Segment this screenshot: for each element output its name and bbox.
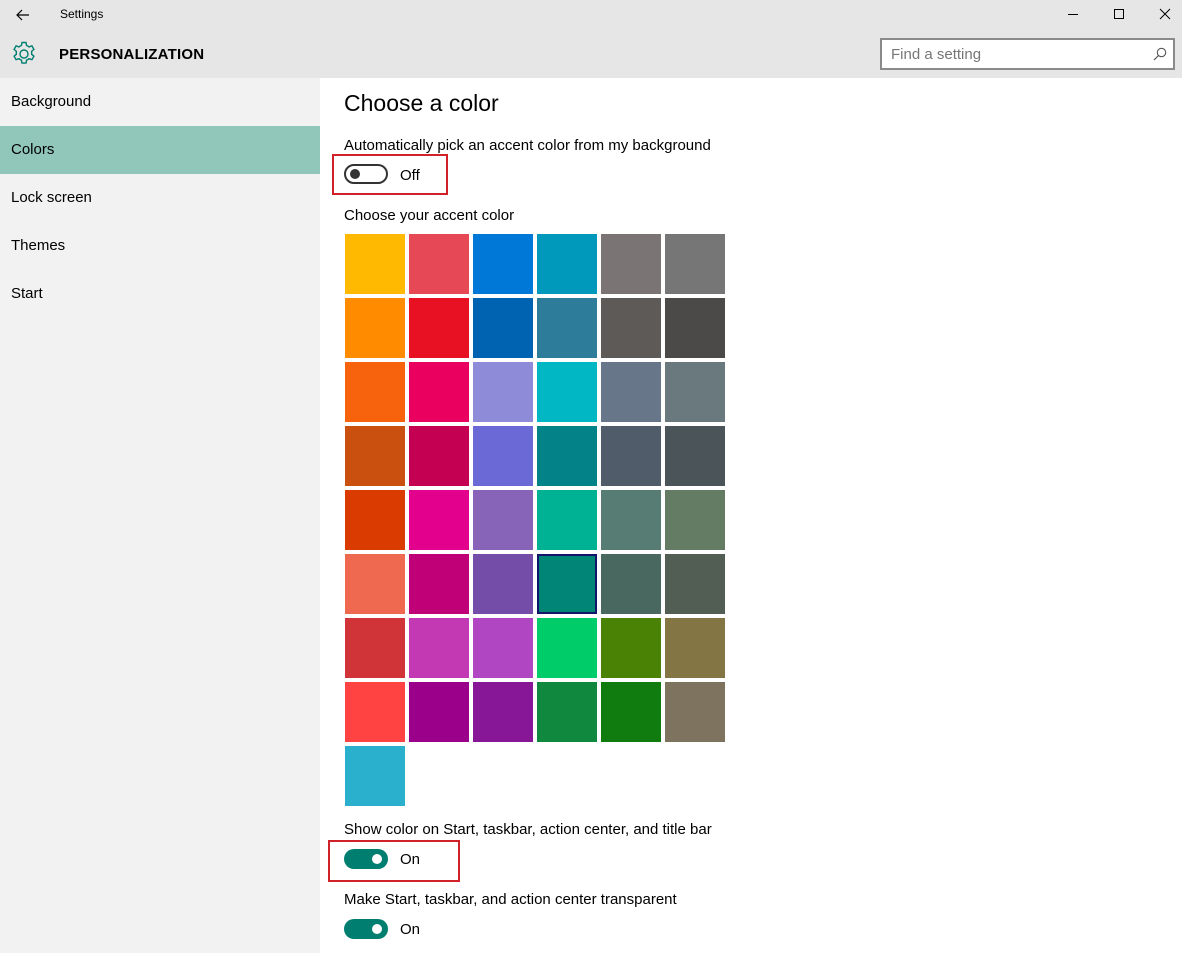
accent-color-swatch[interactable] bbox=[473, 618, 533, 678]
transparent-state: On bbox=[400, 921, 421, 938]
accent-color-swatch[interactable] bbox=[409, 490, 469, 550]
show-color-state: On bbox=[400, 851, 421, 868]
title-bar: Settings bbox=[0, 0, 1182, 30]
accent-color-swatch[interactable] bbox=[537, 618, 597, 678]
accent-color-swatch[interactable] bbox=[601, 490, 661, 550]
sidebar-item-lock-screen[interactable]: Lock screen bbox=[0, 174, 320, 222]
accent-color-swatch[interactable] bbox=[345, 490, 405, 550]
main-content: Choose a color Automatically pick an acc… bbox=[320, 78, 1182, 953]
back-arrow-icon bbox=[16, 9, 29, 21]
toggle-knob bbox=[372, 854, 382, 864]
show-color-label: Show color on Start, taskbar, action cen… bbox=[344, 821, 712, 838]
sidebar: Background Colors Lock screen Themes Sta… bbox=[0, 78, 320, 953]
accent-color-swatch[interactable] bbox=[409, 426, 469, 486]
accent-color-swatch[interactable] bbox=[345, 426, 405, 486]
accent-color-swatch[interactable] bbox=[409, 234, 469, 294]
accent-color-swatch[interactable] bbox=[537, 298, 597, 358]
sidebar-item-colors[interactable]: Colors bbox=[0, 126, 320, 174]
accent-color-swatch[interactable] bbox=[409, 298, 469, 358]
accent-color-swatch[interactable] bbox=[345, 362, 405, 422]
accent-color-swatch[interactable] bbox=[409, 682, 469, 742]
accent-color-swatch[interactable] bbox=[537, 362, 597, 422]
auto-accent-state: Off bbox=[400, 167, 420, 184]
accent-color-swatch[interactable] bbox=[345, 746, 405, 806]
sidebar-item-start[interactable]: Start bbox=[0, 270, 320, 318]
accent-color-swatch[interactable] bbox=[601, 682, 661, 742]
sidebar-item-background[interactable]: Background bbox=[0, 78, 320, 126]
search-input[interactable] bbox=[882, 40, 1132, 68]
search-icon[interactable] bbox=[1153, 47, 1167, 61]
accent-color-swatch[interactable] bbox=[665, 362, 725, 422]
close-button[interactable] bbox=[1142, 0, 1182, 28]
accent-color-swatch[interactable] bbox=[473, 682, 533, 742]
transparent-toggle[interactable] bbox=[344, 919, 388, 939]
accent-color-swatch[interactable] bbox=[601, 618, 661, 678]
auto-accent-toggle[interactable] bbox=[344, 164, 388, 184]
section-heading: Choose a color bbox=[344, 90, 499, 116]
accent-color-swatch[interactable] bbox=[537, 554, 597, 614]
accent-color-swatch[interactable] bbox=[665, 234, 725, 294]
auto-accent-label: Automatically pick an accent color from … bbox=[344, 137, 711, 154]
accent-color-swatch[interactable] bbox=[601, 362, 661, 422]
accent-color-swatch[interactable] bbox=[473, 426, 533, 486]
accent-color-swatch[interactable] bbox=[473, 234, 533, 294]
search-box[interactable] bbox=[880, 38, 1175, 70]
accent-color-swatch[interactable] bbox=[409, 362, 469, 422]
accent-color-label: Choose your accent color bbox=[344, 207, 515, 224]
minimize-icon bbox=[1068, 14, 1078, 15]
maximize-icon bbox=[1114, 9, 1124, 19]
accent-color-swatch[interactable] bbox=[665, 426, 725, 486]
page-header: PERSONALIZATION bbox=[0, 30, 1182, 78]
accent-color-swatch[interactable] bbox=[409, 554, 469, 614]
accent-color-swatch[interactable] bbox=[665, 298, 725, 358]
accent-color-swatch[interactable] bbox=[665, 490, 725, 550]
back-button[interactable] bbox=[8, 2, 38, 28]
accent-color-swatch[interactable] bbox=[601, 298, 661, 358]
show-color-toggle[interactable] bbox=[344, 849, 388, 869]
accent-color-swatch[interactable] bbox=[473, 298, 533, 358]
accent-color-swatch[interactable] bbox=[537, 490, 597, 550]
transparent-label: Make Start, taskbar, and action center t… bbox=[344, 891, 677, 908]
accent-color-swatch[interactable] bbox=[601, 554, 661, 614]
toggle-knob bbox=[350, 169, 360, 179]
accent-color-swatch[interactable] bbox=[345, 298, 405, 358]
accent-color-swatch[interactable] bbox=[537, 426, 597, 486]
accent-color-swatch[interactable] bbox=[601, 426, 661, 486]
close-icon bbox=[1159, 8, 1171, 20]
page-title: PERSONALIZATION bbox=[59, 46, 205, 63]
gear-icon bbox=[13, 41, 35, 64]
minimize-button[interactable] bbox=[1050, 0, 1096, 28]
toggle-knob bbox=[372, 924, 382, 934]
sidebar-item-themes[interactable]: Themes bbox=[0, 222, 320, 270]
accent-color-swatch[interactable] bbox=[665, 554, 725, 614]
accent-color-swatch[interactable] bbox=[537, 234, 597, 294]
accent-color-swatch[interactable] bbox=[537, 682, 597, 742]
maximize-button[interactable] bbox=[1096, 0, 1142, 28]
accent-color-swatch[interactable] bbox=[409, 618, 469, 678]
accent-color-swatch[interactable] bbox=[345, 234, 405, 294]
accent-color-swatch[interactable] bbox=[345, 682, 405, 742]
accent-color-swatch[interactable] bbox=[665, 618, 725, 678]
accent-color-swatch[interactable] bbox=[665, 682, 725, 742]
accent-color-swatch[interactable] bbox=[473, 490, 533, 550]
accent-color-swatch[interactable] bbox=[601, 234, 661, 294]
accent-color-swatch[interactable] bbox=[473, 554, 533, 614]
accent-color-swatch[interactable] bbox=[473, 362, 533, 422]
accent-color-swatch[interactable] bbox=[345, 554, 405, 614]
window-title: Settings bbox=[60, 7, 104, 21]
accent-color-swatch[interactable] bbox=[345, 618, 405, 678]
